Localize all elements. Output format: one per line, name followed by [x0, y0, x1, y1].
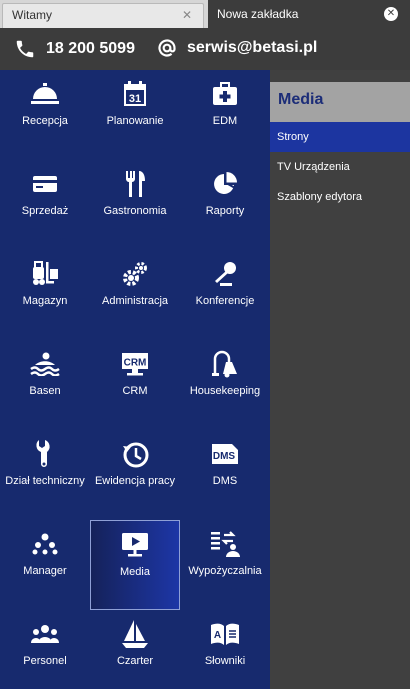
tab-label: Nowa zakładka [217, 7, 299, 21]
module-basen[interactable]: Basen [0, 340, 90, 430]
contact-bar: 18 200 5099 serwis@betasi.pl [0, 28, 410, 70]
forklift-icon [0, 260, 90, 288]
side-item-strony[interactable]: Strony [270, 122, 410, 152]
module-magazyn[interactable]: Magazyn [0, 250, 90, 340]
sailboat-icon [90, 620, 180, 648]
rental-exchange-icon [180, 530, 270, 558]
media-side-panel: Media Strony TV Urządzenia Szablony edyt… [270, 70, 410, 689]
module-label: Manager [23, 565, 67, 577]
at-sign-icon [158, 39, 176, 57]
module-label: Administracja [101, 295, 169, 307]
module-grid: Recepcja 31 Planowanie EDM Sprzedaż Gast… [0, 70, 270, 689]
phone-icon [16, 40, 34, 58]
module-dzial-techniczny[interactable]: Dział techniczny [0, 430, 90, 520]
tab-nowa-zakladka[interactable]: Nowa zakładka ✕ [208, 0, 410, 28]
module-label: Housekeeping [189, 385, 261, 397]
fork-knife-icon [90, 170, 180, 198]
module-media[interactable]: Media [90, 520, 180, 610]
swimmer-icon [0, 350, 90, 378]
module-label: Raporty [205, 205, 245, 217]
pie-chart-icon [180, 170, 270, 198]
module-dms[interactable]: DMS DMS [180, 430, 270, 520]
module-planowanie[interactable]: 31 Planowanie [90, 70, 180, 160]
svg-text:A: A [214, 630, 221, 641]
module-administracja[interactable]: Administracja [90, 250, 180, 340]
wrench-icon [0, 440, 90, 468]
module-label: Personel [23, 655, 67, 667]
phone-contact: 18 200 5099 [14, 38, 135, 60]
module-czarter[interactable]: Czarter [90, 610, 180, 689]
side-item-szablony-edytora[interactable]: Szablony edytora [270, 182, 410, 212]
module-label: Wypożyczalnia [188, 565, 262, 577]
module-label: Ewidencja pracy [94, 475, 176, 487]
module-label: Czarter [116, 655, 154, 667]
tab-bar: Witamy ✕ Nowa zakładka ✕ [0, 0, 410, 28]
module-label: Recepcja [22, 115, 68, 127]
module-recepcja[interactable]: Recepcja [0, 70, 90, 160]
tab-label: Witamy [12, 8, 52, 22]
crm-icon: CRM [90, 350, 180, 378]
svg-text:DMS: DMS [213, 451, 236, 462]
side-panel-title: Media [270, 82, 410, 122]
module-wypozyczalnia[interactable]: Wypożyczalnia [180, 520, 270, 610]
module-label: DMS [212, 475, 238, 487]
module-label: Sprzedaż [21, 205, 69, 217]
module-konferencje[interactable]: Konferencje [180, 250, 270, 340]
close-icon[interactable]: ✕ [384, 7, 398, 21]
medical-kit-icon [180, 80, 270, 108]
module-label: Magazyn [22, 295, 68, 307]
module-label: Dział techniczny [5, 475, 85, 487]
module-label: Basen [29, 385, 61, 397]
module-gastronomia[interactable]: Gastronomia [90, 160, 180, 250]
tab-witamy[interactable]: Witamy ✕ [2, 3, 204, 28]
module-sprzedaz[interactable]: Sprzedaż [0, 160, 90, 250]
gears-icon [90, 260, 180, 288]
module-slowniki[interactable]: A Słowniki [180, 610, 270, 689]
dictionary-book-icon: A [180, 620, 270, 648]
email-address: serwis@betasi.pl [187, 39, 318, 56]
svg-text:31: 31 [129, 93, 141, 105]
calendar-31-icon: 31 [90, 80, 180, 108]
module-label: Planowanie [106, 115, 164, 127]
module-label: Konferencje [195, 295, 255, 307]
credit-card-icon [0, 170, 90, 198]
module-crm[interactable]: CRM CRM [90, 340, 180, 430]
close-icon[interactable]: ✕ [180, 9, 194, 23]
module-edm[interactable]: EDM [180, 70, 270, 160]
vacuum-cleaner-icon [180, 350, 270, 378]
people-group-icon [0, 620, 90, 648]
phone-number: 18 200 5099 [46, 40, 135, 57]
presentation-screen-icon [91, 531, 179, 559]
module-label: CRM [122, 385, 148, 397]
email-contact: serwis@betasi.pl [157, 38, 317, 58]
microphone-icon [180, 260, 270, 288]
module-manager[interactable]: Manager [0, 520, 90, 610]
module-label: Media [120, 566, 150, 578]
module-personel[interactable]: Personel [0, 610, 90, 689]
svg-text:CRM: CRM [124, 358, 147, 369]
module-ewidencja-pracy[interactable]: Ewidencja pracy [90, 430, 180, 520]
module-label: EDM [212, 115, 238, 127]
module-label: Gastronomia [103, 205, 167, 217]
side-item-tv-urzadzenia[interactable]: TV Urządzenia [270, 152, 410, 182]
reception-bell-icon [0, 80, 90, 108]
org-chart-icon [0, 530, 90, 558]
clock-history-icon [90, 440, 180, 468]
dms-document-icon: DMS [180, 440, 270, 468]
module-housekeeping[interactable]: Housekeeping [180, 340, 270, 430]
module-raporty[interactable]: Raporty [180, 160, 270, 250]
module-label: Słowniki [204, 655, 246, 667]
